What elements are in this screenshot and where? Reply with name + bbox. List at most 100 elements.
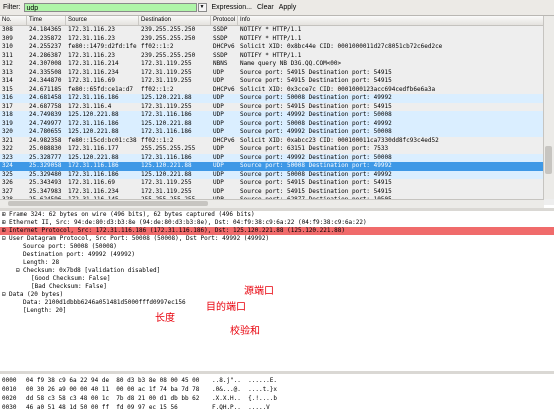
packet-cell-time: 25.328777 (29, 153, 62, 161)
packet-row[interactable]: 327 25.347983 172.31.116.234 172.31.119.255… (0, 187, 554, 196)
packet-cell-no: 323 (2, 153, 13, 161)
detail-row[interactable]: ⊞ Internet Protocol, Src: 172.31.116.186 … (0, 227, 554, 235)
detail-row[interactable]: ⊟ Checksum: 0x7bd8 [validation disabled] (0, 267, 554, 275)
expand-toggle-icon[interactable]: ⊞ (2, 219, 9, 227)
packet-cell-proto: UDP (213, 77, 224, 84)
clear-button[interactable]: Clear (257, 4, 274, 11)
packet-row[interactable]: 323 25.328777 125.120.221.88 172.31.116.186… (0, 153, 554, 162)
column-header-source[interactable]: Source (66, 16, 139, 25)
filter-input[interactable]: udp (23, 3, 197, 12)
packet-row[interactable]: 325 25.329480 172.31.116.186 125.120.221.88… (0, 170, 554, 179)
packet-cell-no: 322 (2, 145, 13, 152)
byte-hex[interactable]: dd 58 c3 58 c3 48 00 1c 7b d8 21 00 d1 d… (26, 394, 212, 403)
byte-asc[interactable]: .X.X.H.. {.!....b (212, 394, 332, 403)
packet-cell-src: fe80::15cd:bc01:c38 (68, 136, 137, 144)
byte-hex[interactable]: 04 f9 38 c9 6a 22 94 de 80 d3 b3 8e 08 0… (26, 376, 212, 385)
packet-cell-time: 24.749977 (29, 119, 62, 127)
packet-row[interactable]: 326 25.343493 172.31.116.69 172.31.119.255 U… (0, 179, 554, 188)
column-header-protocol[interactable]: Protocol (211, 16, 238, 25)
packet-cell-src: 125.120.221.88 (68, 111, 119, 118)
packet-row[interactable]: 324 25.329058 172.31.116.186 125.120.221.88… (0, 162, 554, 171)
apply-button[interactable]: Apply (279, 4, 297, 11)
column-header-no[interactable]: No. (0, 16, 27, 25)
expand-toggle-icon[interactable]: ⊟ (16, 267, 23, 275)
packet-list-horizontal-scrollbar[interactable] (0, 199, 544, 208)
packet-cell-src: 172.31.116.234 (68, 187, 119, 195)
packet-cell-proto: UDP (213, 102, 224, 110)
byte-asc[interactable]: .0&...@. ....t.}x (212, 385, 332, 394)
packet-cell-info: Source port: 54915 Destination port: 549… (240, 187, 392, 195)
packet-cell-src: 172.31.116.23 (68, 51, 115, 59)
packet-cell-dst: 172.31.116.186 (141, 128, 192, 135)
packet-cell-dst: 125.120.221.88 (141, 162, 192, 169)
detail-text: [Length: 20] (23, 307, 67, 314)
detail-row[interactable]: Destination port: 49992 (49992) (0, 251, 554, 259)
detail-text: [Good Checksum: False] (31, 275, 111, 282)
packet-row[interactable]: 320 24.780655 125.120.221.88 172.31.116.186… (0, 128, 554, 137)
annotation-checksum: 校验和 (230, 326, 260, 337)
packet-list-vertical-scrollbar[interactable] (543, 16, 554, 199)
packet-row[interactable]: 310 24.255237 fe80::1479:d2fd:1fe ff02::1:2… (0, 43, 554, 52)
packet-row[interactable]: 311 24.286387 172.31.116.23 239.255.255.250… (0, 51, 554, 60)
detail-text: Data (20 bytes) (9, 291, 64, 298)
expand-toggle-icon[interactable]: ⊞ (2, 211, 9, 219)
packet-row[interactable]: 317 24.687758 172.31.116.4 172.31.119.255 UD… (0, 102, 554, 111)
packet-cell-src: 172.31.116.214 (68, 60, 119, 67)
packet-row[interactable]: 308 24.184365 172.31.116.23 239.255.255.250… (0, 26, 554, 35)
byte-hex[interactable]: 00 30 26 a9 00 00 40 11 00 00 ac 1f 74 b… (26, 385, 212, 394)
packet-cell-proto: UDP (213, 94, 224, 101)
packet-cell-src: 172.31.116.4 (68, 102, 112, 110)
detail-row[interactable]: [Bad Checksum: False] (0, 283, 554, 291)
packet-row[interactable]: 318 24.749839 125.120.221.88 172.31.116.186… (0, 111, 554, 120)
packet-row[interactable]: 316 24.681458 172.31.116.186 125.120.221.88… (0, 94, 554, 103)
packet-cell-no: 310 (2, 43, 13, 50)
filter-dropdown-icon[interactable]: ▼ (197, 3, 207, 12)
detail-row[interactable]: Source port: 50008 (50008) (0, 243, 554, 251)
detail-row[interactable]: ⊟ Data (20 bytes) (0, 291, 554, 299)
packet-cell-no: 315 (2, 85, 13, 93)
expand-toggle-icon[interactable]: ⊞ (2, 227, 9, 235)
detail-row[interactable]: [Good Checksum: False] (0, 275, 554, 283)
packet-row[interactable]: 319 24.749977 172.31.116.186 125.120.221.88… (0, 119, 554, 128)
detail-text: User Datagram Protocol, Src Port: 50008 … (9, 235, 270, 242)
packet-cell-dst: 125.120.221.88 (141, 119, 192, 127)
byte-asc[interactable]: F.QH.P.. .....V (212, 403, 332, 412)
column-header-info[interactable]: Info (238, 16, 554, 25)
byte-asc[interactable]: ..8.j".. ......E. (212, 376, 332, 385)
detail-row[interactable]: ⊟ User Datagram Protocol, Src Port: 50008… (0, 235, 554, 243)
column-header-destination[interactable]: Destination (139, 16, 211, 25)
packet-row[interactable]: 312 24.307008 172.31.116.214 172.31.119.255… (0, 60, 554, 69)
packet-cell-info: Source port: 50008 Destination port: 499… (240, 94, 392, 101)
packet-cell-no: 325 (2, 170, 13, 178)
detail-row[interactable]: [Length: 20] (0, 307, 554, 315)
byte-off: 0020 (2, 395, 17, 402)
detail-row[interactable]: Length: 28 (0, 259, 554, 267)
packet-row[interactable]: 309 24.235872 172.31.116.23 239.255.255.250… (0, 34, 554, 43)
expand-toggle-icon[interactable]: ⊟ (2, 235, 9, 243)
pane-divider[interactable] (0, 371, 554, 374)
scrollbar-thumb[interactable] (545, 146, 552, 174)
packet-cell-time: 24.982358 (29, 136, 62, 144)
packet-cell-time: 24.335508 (29, 68, 62, 76)
packet-row[interactable]: 313 24.335508 172.31.116.234 172.31.119.255… (0, 68, 554, 77)
byte-rows: 0000 04 f9 38 c9 6a 22 94 de 80 d3 b3 8e … (0, 376, 554, 412)
detail-rows: ⊞ Frame 324: 62 bytes on wire (496 bits),… (0, 211, 554, 315)
column-header-time[interactable]: Time (27, 16, 66, 25)
packet-cell-dst: 172.31.116.186 (141, 153, 192, 161)
expression-button[interactable]: Expression... (212, 4, 252, 11)
packet-row[interactable]: 315 24.671185 fe80::65fd:ce1a:d7 ff02::1:2 D… (0, 85, 554, 94)
expand-toggle-icon[interactable]: ⊟ (2, 291, 9, 299)
detail-row[interactable]: ⊞ Frame 324: 62 bytes on wire (496 bits),… (0, 211, 554, 219)
packet-cell-no: 324 (2, 162, 13, 169)
packet-row[interactable]: 322 25.088830 172.31.116.177 255.255.255.25… (0, 145, 554, 154)
packet-rows: 308 24.184365 172.31.116.23 239.255.255.250… (0, 26, 554, 205)
byte-hex[interactable]: 46 a0 51 48 1d 50 00 ff fd 09 97 ec 15 5… (26, 403, 212, 412)
detail-row[interactable]: ⊞ Ethernet II, Src: 94:de:80:d3:b3:8e (94… (0, 219, 554, 227)
packet-cell-src: fe80::1479:d2fd:1fe (68, 43, 137, 50)
packet-cell-info: Source port: 50008 Destination port: 499… (240, 162, 392, 169)
detail-row[interactable]: Data: 2100d1dbbb6246a051481d5000fffd0997… (0, 299, 554, 307)
byte-off: 0010 (2, 386, 17, 393)
packet-row[interactable]: 321 24.982358 fe80::15cd:bc01:c38 ff02::1:2… (0, 136, 554, 145)
packet-row[interactable]: 314 24.344870 172.31.116.69 172.31.119.255 U… (0, 77, 554, 86)
scrollbar-thumb[interactable] (8, 201, 208, 206)
